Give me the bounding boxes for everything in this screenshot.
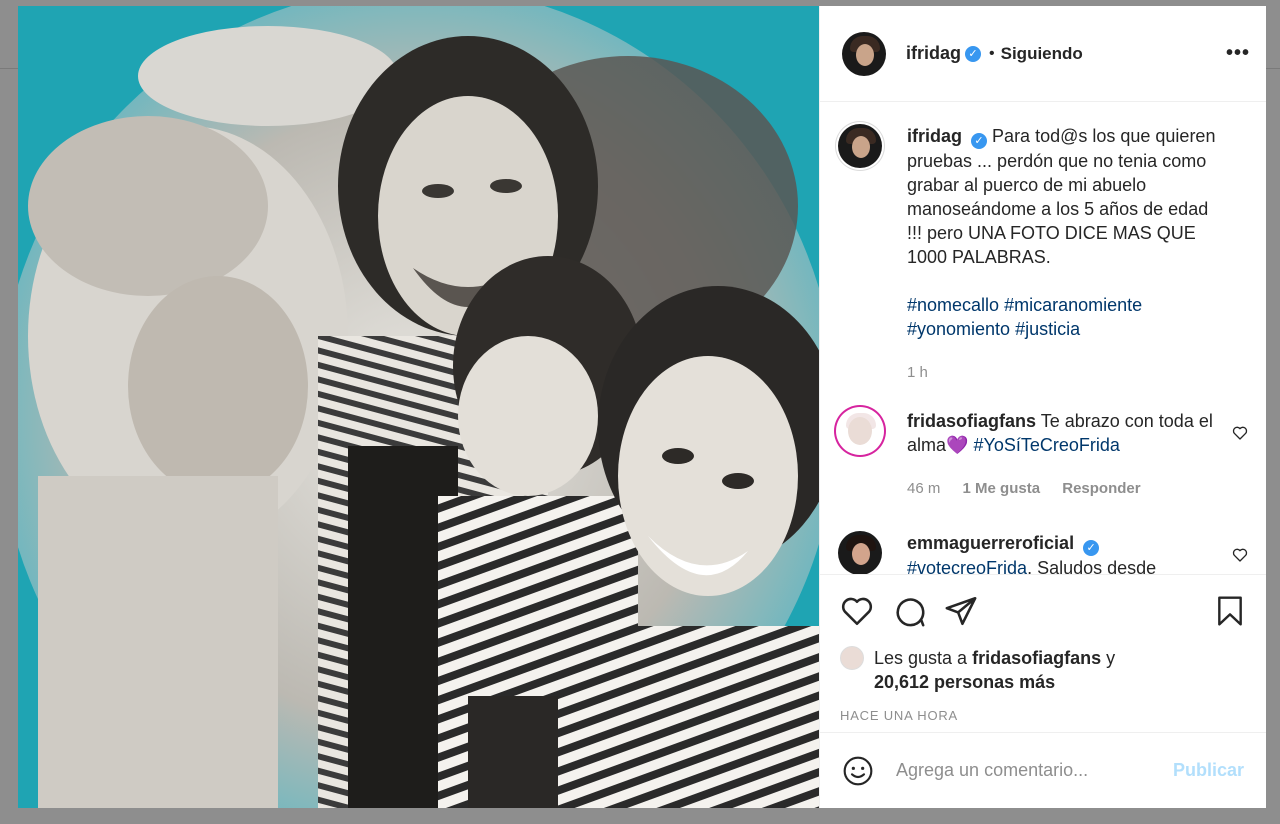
comment-input[interactable]: Agrega un comentario... — [896, 760, 1173, 781]
bookmark-icon[interactable] — [1214, 594, 1246, 628]
family-photo-image — [18, 6, 819, 808]
verified-icon: ✓ — [1083, 540, 1100, 556]
emoji-icon[interactable] — [842, 755, 874, 787]
liker-avatar[interactable] — [840, 646, 864, 670]
post-header: ifridag ✓ • Siguiendo ••• — [820, 6, 1266, 102]
hashtag-link[interactable]: #nomecallo — [907, 295, 999, 315]
commenter-avatar[interactable] — [838, 531, 882, 574]
header-separator: • — [989, 44, 995, 62]
comment-item: emmaguerreroficial ✓ #votecreoFrida. Sal… — [838, 531, 1250, 574]
liked-by: Les gusta a fridasofiagfans y 20,612 per… — [820, 646, 1266, 694]
heart-icon[interactable] — [1232, 425, 1248, 441]
author-username[interactable]: ifridag — [906, 43, 961, 64]
post-modal: ifridag ✓ • Siguiendo ••• ifridag ✓ Para… — [18, 6, 1266, 808]
heart-icon[interactable] — [1232, 547, 1248, 563]
post-timestamp[interactable]: HACE UNA HORA — [820, 694, 1266, 732]
hashtag-link[interactable]: #micaranomiente — [1004, 295, 1142, 315]
comment-time: 46 m — [907, 480, 941, 497]
comments-list[interactable]: ifridag ✓ Para tod@s los que quieren pru… — [820, 102, 1266, 574]
author-avatar[interactable] — [842, 31, 886, 76]
hashtag-link[interactable]: #votecreoFrida — [907, 558, 1027, 574]
liked-by-prefix: Les gusta a — [874, 648, 968, 668]
comment-item: fridasofiagfans Te abrazo con toda el al… — [838, 409, 1250, 501]
liked-by-count[interactable]: 20,612 personas más — [874, 672, 1055, 692]
add-comment-bar: Agrega un comentario... Publicar — [820, 732, 1266, 808]
publish-button[interactable]: Publicar — [1173, 760, 1244, 781]
post-side-panel: ifridag ✓ • Siguiendo ••• ifridag ✓ Para… — [819, 6, 1266, 808]
hashtag-link[interactable]: #yonomiento — [907, 319, 1010, 339]
following-button[interactable]: Siguiendo — [1001, 44, 1083, 64]
caption-hashtags: #nomecallo #micaranomiente #yonomiento #… — [907, 293, 1220, 341]
liked-by-user[interactable]: fridasofiagfans — [972, 648, 1101, 668]
comment-meta: 46 m 1 Me gusta Responder — [907, 477, 1220, 501]
purple-heart-emoji: 💜 — [946, 435, 969, 455]
post-actions — [820, 574, 1266, 646]
comment-icon[interactable] — [892, 594, 926, 628]
commenter-avatar[interactable] — [838, 409, 882, 453]
hashtag-link[interactable]: #YoSíTeCreoFrida — [973, 435, 1119, 455]
hashtag-link[interactable]: #justicia — [1015, 319, 1080, 339]
liked-by-conj: y — [1106, 648, 1116, 668]
verified-icon: ✓ — [971, 133, 988, 149]
commenter-username[interactable]: emmaguerreroficial — [907, 533, 1074, 553]
verified-icon: ✓ — [965, 45, 982, 62]
caption-time: 1 h — [907, 364, 928, 381]
caption-text: Para tod@s los que quieren pruebas ... p… — [907, 126, 1216, 267]
more-icon[interactable]: ••• — [1226, 42, 1250, 65]
comment-text: . Saludos desde — [1027, 558, 1157, 574]
share-icon[interactable] — [944, 594, 978, 628]
caption-username[interactable]: ifridag — [907, 126, 962, 146]
post-caption: ifridag ✓ Para tod@s los que quieren pru… — [838, 124, 1250, 385]
caption-avatar[interactable] — [838, 124, 882, 168]
post-photo[interactable] — [18, 6, 819, 808]
commenter-username[interactable]: fridasofiagfans — [907, 411, 1036, 431]
comment-likes-link[interactable]: 1 Me gusta — [963, 480, 1041, 497]
reply-button[interactable]: Responder — [1062, 480, 1140, 497]
heart-icon[interactable] — [840, 594, 874, 628]
